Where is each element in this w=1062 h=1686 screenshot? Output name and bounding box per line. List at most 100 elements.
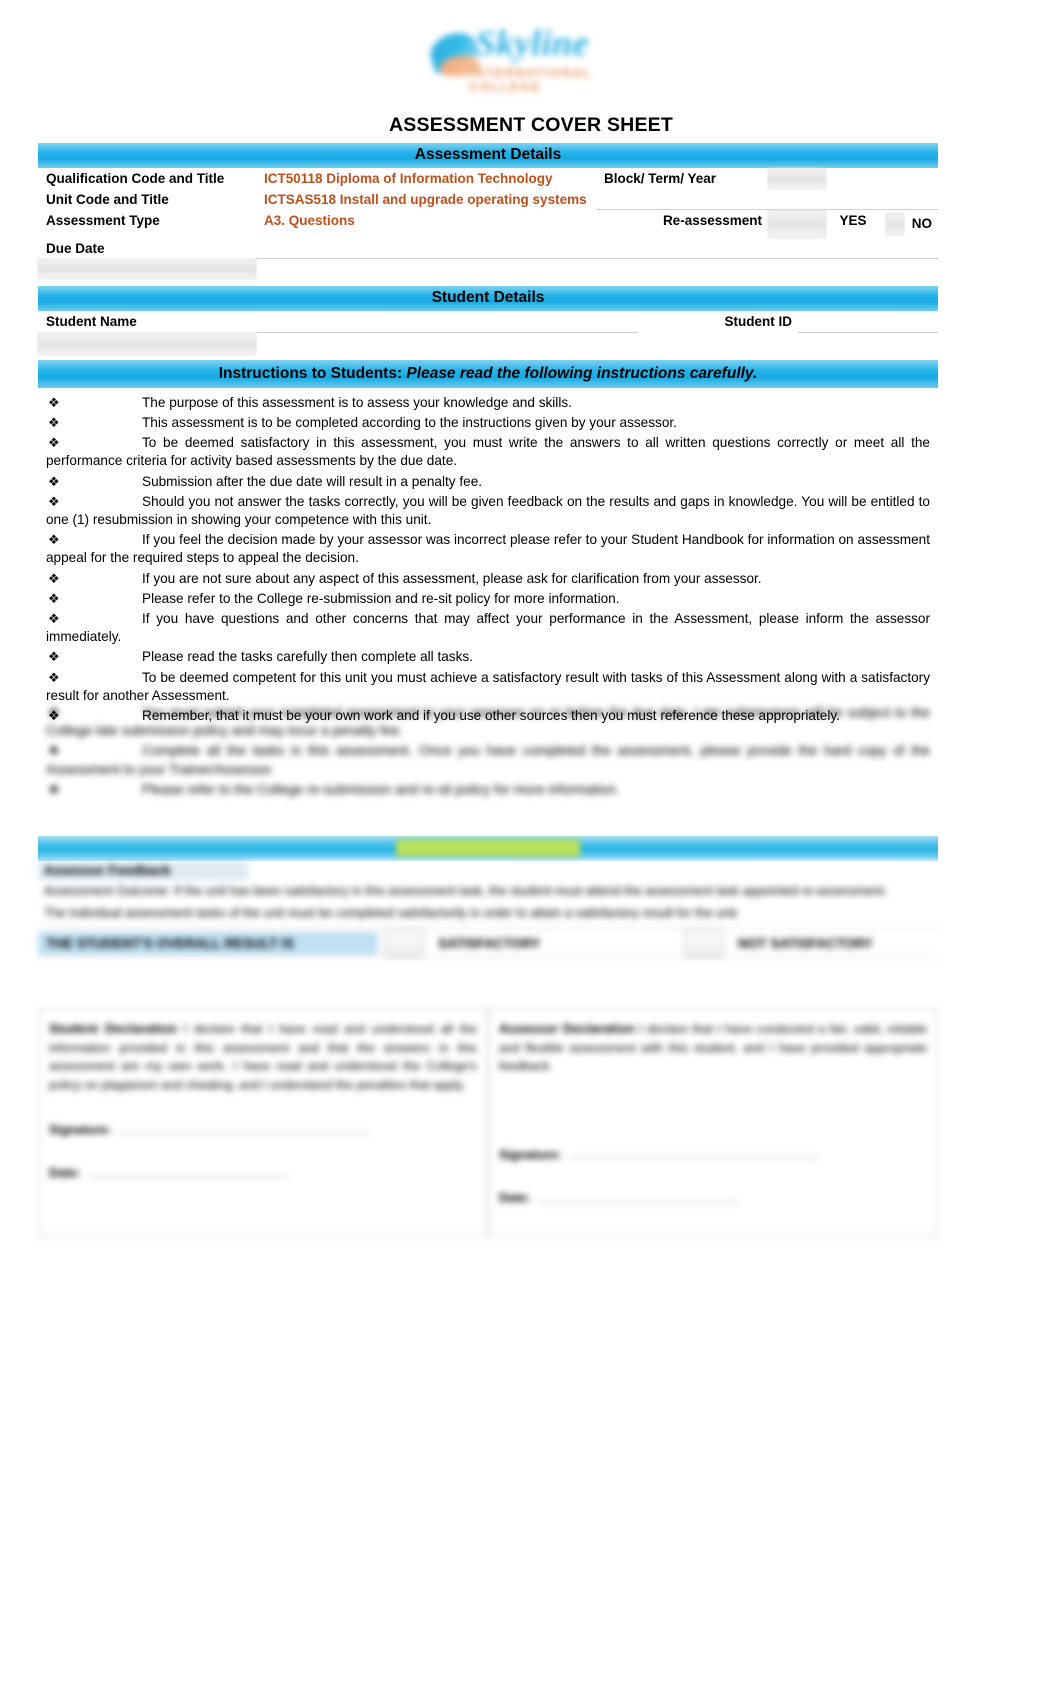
reassessment-no-group: NO xyxy=(878,210,938,238)
instruction-text: Should you not answer the tasks correctl… xyxy=(46,493,930,528)
due-date-field[interactable] xyxy=(256,238,596,259)
satisfactory-label: SATISFACTORY xyxy=(438,935,541,951)
assessment-details-table: Assessment Details Qualification Code an… xyxy=(38,143,938,279)
bullet-diamond-icon: ❖ xyxy=(48,435,60,451)
assessor-signature-label: Signature: xyxy=(499,1148,562,1163)
qualification-label: Qualification Code and Title xyxy=(46,170,225,186)
instruction-text: To be deemed satisfactory in this assess… xyxy=(46,435,930,469)
assessment-result-paragraph: Assessment Outcome: If the unit has been… xyxy=(44,883,888,898)
bullet-diamond-icon: ❖ xyxy=(48,649,60,665)
list-item: ❖ If you feel the decision made by your … xyxy=(38,531,930,567)
student-date-line[interactable]: Date: xyxy=(49,1164,477,1183)
unit-rowfill-d xyxy=(878,189,938,210)
student-signature-label: Signature: xyxy=(49,1122,112,1137)
instruction-text: Please refer to the College re-submissio… xyxy=(142,590,620,606)
student-declaration-heading: Student Declaration xyxy=(49,1021,177,1036)
student-details-footer-c xyxy=(798,333,938,355)
details-footer-c xyxy=(768,259,826,279)
assessor-signature-rule[interactable] xyxy=(569,1146,820,1160)
college-logo: Skyline INTERNATIONAL COLLEGE xyxy=(0,8,1062,100)
instructions-list: ❖ The purpose of this assessment is to a… xyxy=(38,388,938,731)
assessor-signature-line[interactable]: Signature: xyxy=(499,1146,927,1165)
student-details-footer-shade xyxy=(38,332,256,355)
satisfactory-checkbox[interactable] xyxy=(384,929,424,958)
assessor-date-rule[interactable] xyxy=(538,1189,739,1202)
list-item: ❖ If you have questions and other concer… xyxy=(38,610,930,646)
bullet-diamond-icon: ❖ xyxy=(48,705,60,720)
list-item: ❖ If you are not sure about any aspect o… xyxy=(38,570,930,588)
declarations-section: Student Declaration I declare that I hav… xyxy=(38,1008,938,1236)
assessor-feedback-heading: Assessor Feedback xyxy=(38,860,938,880)
assessment-result-paragraph: The individual assessment tasks of the u… xyxy=(44,906,740,921)
assessment-type-label: Assessment Type xyxy=(46,212,160,228)
bullet-diamond-icon: ❖ xyxy=(48,394,60,410)
assessment-result-band: ASSESSMENT RESULT xyxy=(38,836,938,861)
unit-rowfill-a xyxy=(596,189,768,210)
reassessment-yes-checkbox[interactable] xyxy=(768,209,826,238)
reassessment-yes-label: YES xyxy=(839,212,867,228)
list-item: ❖ To be deemed satisfactory in this asse… xyxy=(38,434,930,470)
instruction-text: If you feel the decision made by your as… xyxy=(46,532,930,566)
unit-value: ICTSAS518 Install and upgrade operating … xyxy=(264,191,587,207)
details-footer-shade xyxy=(38,258,256,279)
reassessment-no-checkbox[interactable] xyxy=(886,212,904,235)
list-item: ❖ The purpose of this assessment is to a… xyxy=(38,394,930,412)
bullet-diamond-icon: ❖ xyxy=(48,669,60,685)
overall-result-row: THE STUDENT'S OVERALL RESULT IS SATISFAC… xyxy=(38,928,938,959)
student-id-input[interactable] xyxy=(798,311,938,333)
assessor-date-label: Date: xyxy=(499,1190,531,1205)
instructions-band-italic: Please read the following instructions c… xyxy=(402,365,758,382)
not-satisfactory-label: NOT SATISFACTORY xyxy=(738,935,873,951)
bullet-diamond-icon: ❖ xyxy=(48,415,60,431)
instructions-band-bold: Instructions to Students: xyxy=(218,365,403,382)
assessor-date-line[interactable]: Date: xyxy=(499,1189,927,1208)
instruction-text: This assessment is to be completed accor… xyxy=(142,415,677,431)
list-item: ❖ Please refer to the College re-submiss… xyxy=(38,590,930,608)
unit-rowfill-c xyxy=(826,189,878,210)
assessment-type-value: A3. Questions xyxy=(264,212,355,228)
skyline-logo-graphic: Skyline INTERNATIONAL COLLEGE xyxy=(424,14,639,94)
block-term-year-label: Block/ Term/ Year xyxy=(604,170,717,186)
overall-result-label: THE STUDENT'S OVERALL RESULT IS xyxy=(38,931,378,955)
bullet-diamond-icon: ❖ xyxy=(48,570,60,586)
student-name-input[interactable] xyxy=(256,311,638,333)
bullet-diamond-icon: ❖ xyxy=(48,590,60,606)
student-details-footer-b xyxy=(638,333,798,355)
bullet-diamond-icon: ❖ xyxy=(48,493,60,509)
logo-tagline: INTERNATIONAL COLLEGE xyxy=(469,66,593,94)
spacer-cell-b xyxy=(878,168,938,189)
block-term-year-field[interactable] xyxy=(768,167,826,189)
spacer-cell-a xyxy=(826,168,878,189)
student-signature-rule[interactable] xyxy=(119,1121,370,1134)
not-satisfactory-checkbox[interactable] xyxy=(684,929,724,958)
bullet-diamond-icon: ❖ xyxy=(48,743,60,759)
instruction-text: Submission after the due date will resul… xyxy=(142,473,483,489)
assessor-declaration-heading: Assessor Declaration xyxy=(499,1021,635,1036)
logo-wordmark: Skyline xyxy=(475,23,590,63)
bullet-diamond-icon: ❖ xyxy=(48,781,60,797)
student-date-label: Date: xyxy=(49,1165,81,1180)
student-declaration-box: Student Declaration I declare that I hav… xyxy=(38,1008,488,1236)
instructions-band: Instructions to Students: Please read th… xyxy=(38,360,938,388)
qualification-value: ICT50118 Diploma of Information Technolo… xyxy=(264,170,553,186)
instructions-section: Instructions to Students: Please read th… xyxy=(38,360,938,731)
list-item: ❖ Submission after the due date will res… xyxy=(38,473,930,491)
bullet-diamond-icon: ❖ xyxy=(48,473,60,489)
details-footer-e xyxy=(878,259,938,279)
due-rowfill-b xyxy=(768,238,826,259)
list-item: ❖ You must submit your completed assessm… xyxy=(38,704,930,740)
student-signature-line[interactable]: Signature: xyxy=(49,1121,477,1140)
student-date-rule[interactable] xyxy=(88,1164,289,1177)
assessment-result-body: Assessor Feedback Assessment Outcome: If… xyxy=(38,860,938,959)
instruction-text: You must submit your completed assessmen… xyxy=(46,705,930,739)
assessment-details-band: Assessment Details xyxy=(38,143,938,168)
list-item: ❖ Please refer to the College re-submiss… xyxy=(38,781,930,799)
instructions-redacted-list: ❖ You must submit your completed assessm… xyxy=(38,700,938,805)
list-item: ❖ This assessment is to be completed acc… xyxy=(38,414,930,432)
reassessment-label: Re-assessment xyxy=(662,212,762,228)
instruction-text: Please refer to the College re-submissio… xyxy=(142,781,620,797)
instruction-text: Please read the tasks carefully then com… xyxy=(142,649,473,665)
instruction-text: If you are not sure about any aspect of … xyxy=(142,570,762,586)
due-date-label: Due Date xyxy=(46,240,105,256)
instruction-text: Complete all the tasks in this assessmen… xyxy=(46,743,930,777)
